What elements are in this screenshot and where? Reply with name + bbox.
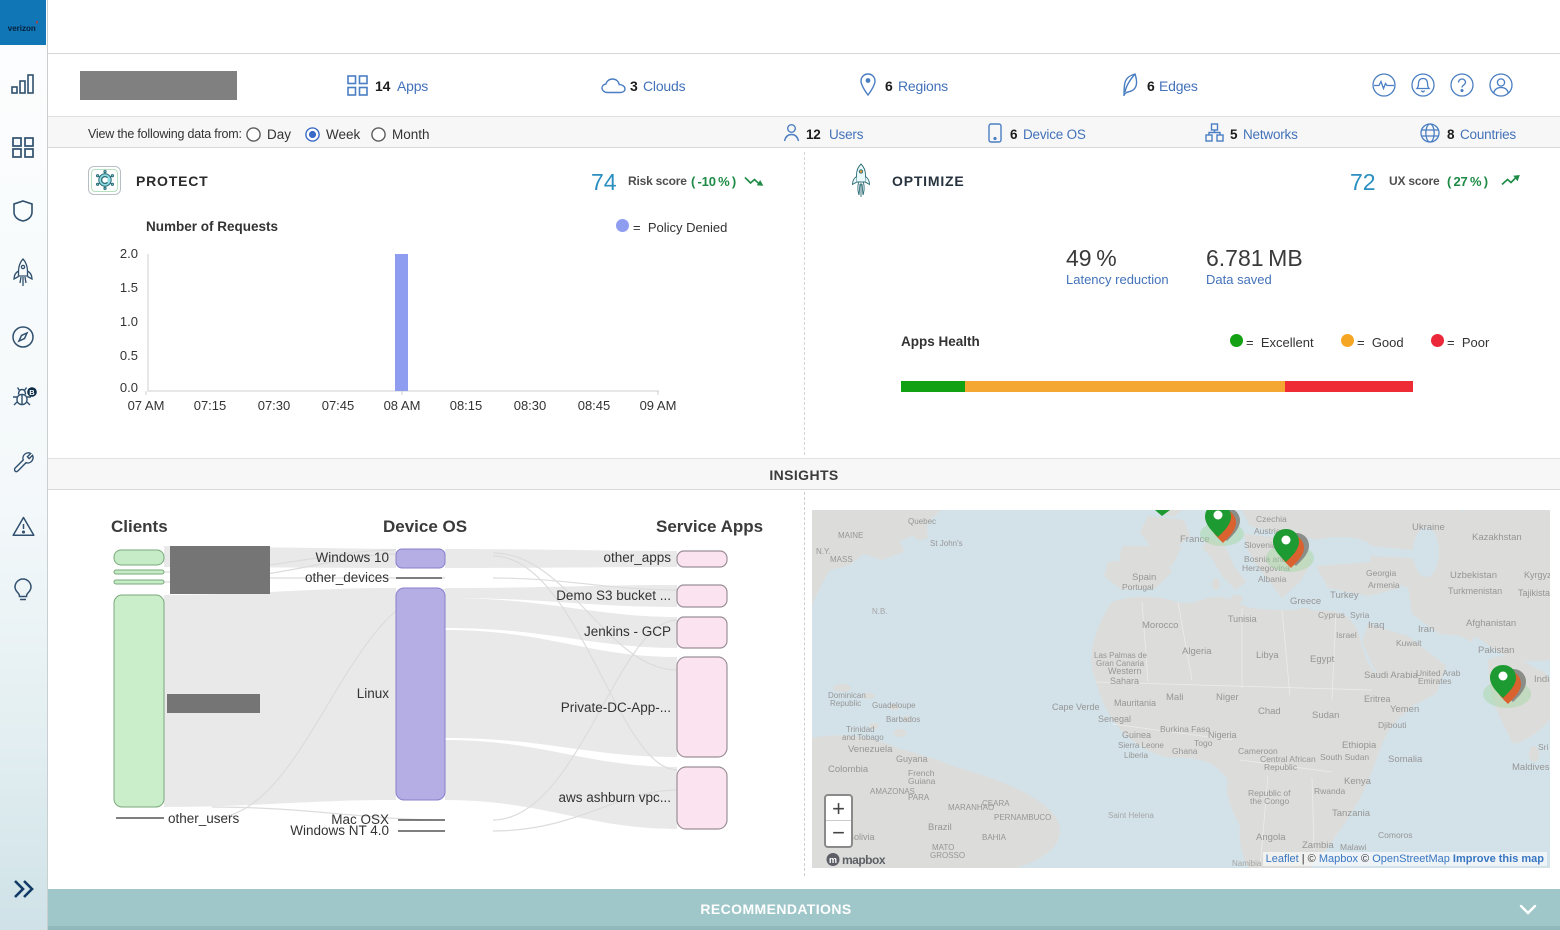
svg-text:07:30: 07:30 bbox=[258, 398, 291, 413]
svg-text:aws ashburn vpc...: aws ashburn vpc... bbox=[558, 790, 671, 805]
svg-text:08:30: 08:30 bbox=[514, 398, 547, 413]
svg-text:08:45: 08:45 bbox=[578, 398, 611, 413]
svg-text:09 AM: 09 AM bbox=[640, 398, 677, 413]
svg-text:B: B bbox=[29, 388, 35, 397]
svg-text:1.5: 1.5 bbox=[120, 280, 138, 295]
svg-text:other_apps: other_apps bbox=[603, 550, 671, 565]
svg-text:07 AM: 07 AM bbox=[128, 398, 165, 413]
svg-text:mapbox: mapbox bbox=[842, 853, 886, 867]
svg-text:07:15: 07:15 bbox=[194, 398, 227, 413]
svg-text:Windows 10: Windows 10 bbox=[315, 550, 389, 565]
svg-text:08:15: 08:15 bbox=[450, 398, 483, 413]
svg-text:Jenkins - GCP: Jenkins - GCP bbox=[584, 624, 671, 639]
svg-text:Private-DC-App-...: Private-DC-App-... bbox=[561, 700, 671, 715]
svg-text:0.5: 0.5 bbox=[120, 348, 138, 363]
svg-text:m: m bbox=[829, 855, 837, 865]
svg-text:Linux: Linux bbox=[357, 686, 390, 701]
svg-text:2.0: 2.0 bbox=[120, 246, 138, 261]
svg-text:other_users: other_users bbox=[168, 811, 240, 826]
svg-text:Windows NT 4.0: Windows NT 4.0 bbox=[290, 823, 389, 838]
svg-text:Demo S3 bucket ...: Demo S3 bucket ... bbox=[556, 588, 671, 603]
svg-text:07:45: 07:45 bbox=[322, 398, 355, 413]
svg-text:08 AM: 08 AM bbox=[384, 398, 421, 413]
svg-text:0.0: 0.0 bbox=[120, 380, 138, 395]
svg-text:other_devices: other_devices bbox=[305, 570, 389, 585]
svg-text:1.0: 1.0 bbox=[120, 314, 138, 329]
